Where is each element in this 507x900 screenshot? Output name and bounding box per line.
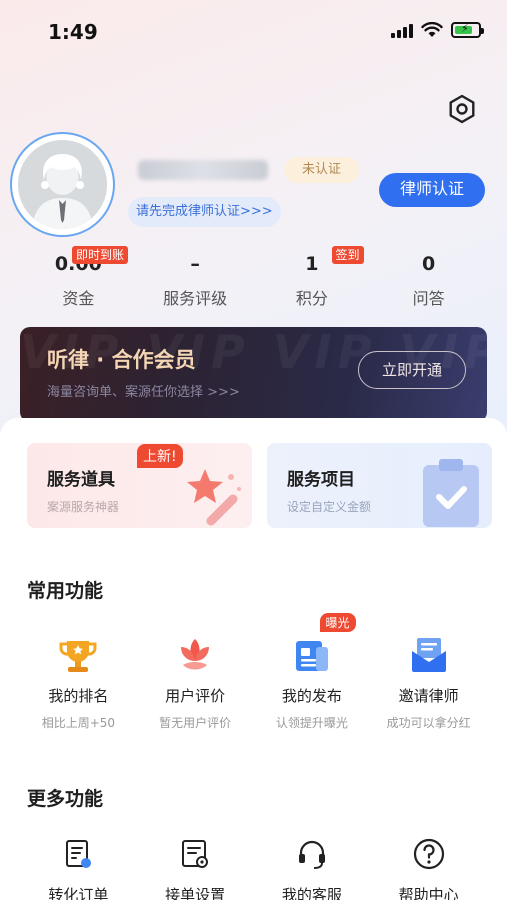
cellular-signal-icon [391, 22, 413, 38]
promo-subtitle: 设定自定义金额 [287, 500, 372, 514]
function-sub: 暂无用户评价 [159, 716, 232, 730]
avatar-image [18, 140, 107, 229]
function-label: 接单设置 [165, 886, 226, 900]
order-settings-item[interactable]: 接单设置 [137, 832, 254, 900]
promo-title: 服务道具 [47, 470, 115, 490]
function-sub: 认领提升曝光 [275, 716, 348, 730]
customer-service-item[interactable]: 我的客服 [254, 832, 371, 900]
lotus-icon [181, 639, 210, 670]
function-label: 用户评价 [165, 687, 226, 705]
common-functions-grid: 我的排名 相比上周+50 用户评价 暂无用户评价 曝光 我的发布 认领提升曝光 … [20, 613, 487, 731]
avatar[interactable] [10, 132, 115, 237]
verify-hint-link[interactable]: 请先完成律师认证>>> [128, 197, 281, 227]
my-ranking-item[interactable]: 我的排名 相比上周+50 [20, 633, 137, 731]
vip-title: 听律 · 合作会员 [47, 348, 196, 372]
vip-open-button[interactable]: 立即开通 [358, 351, 466, 389]
exposure-tag: 曝光 [319, 613, 356, 632]
status-time: 1:49 [48, 20, 98, 44]
battery-icon: ⚡ [451, 22, 484, 38]
help-icon [413, 838, 444, 870]
invite-lawyer-item[interactable]: 邀请律师 成功可以拿分红 [370, 633, 487, 731]
help-center-item[interactable]: 帮助中心 [370, 832, 487, 900]
headset-icon [298, 840, 325, 869]
stat-label: 积分 [295, 289, 328, 308]
check-in-tag[interactable]: 签到 [331, 246, 364, 264]
function-label: 我的客服 [281, 886, 342, 900]
function-card: 服务道具 案源服务神器 上新! 服务项目 设定自定义金额 常用功能 我的排名 相… [0, 418, 507, 900]
username-blurred [138, 160, 268, 180]
stat-points[interactable]: 1 积分 签到 [254, 246, 371, 318]
stat-label: 问答 [412, 289, 445, 308]
magic-wand-icon [187, 469, 241, 526]
new-tag: 上新! [137, 444, 183, 468]
stat-qa[interactable]: 0 问答 [370, 248, 487, 318]
envelope-icon [411, 638, 446, 672]
function-label: 帮助中心 [398, 886, 459, 900]
publish-icon [295, 641, 328, 671]
order-settings-icon [182, 840, 209, 868]
lawyer-verify-button[interactable]: 律师认证 [379, 173, 485, 207]
stat-label: 服务评级 [163, 289, 228, 308]
more-functions-title: 更多功能 [27, 788, 104, 810]
common-functions-title: 常用功能 [27, 580, 104, 602]
stat-service-rating[interactable]: – 服务评级 [137, 248, 254, 318]
clipboard-check-icon [423, 459, 479, 527]
trophy-icon [59, 641, 97, 672]
promo-title: 服务项目 [287, 470, 355, 490]
user-reviews-item[interactable]: 用户评价 暂无用户评价 [137, 633, 254, 731]
vip-membership-banner[interactable]: VIP VIP VIP VIP VIP VIP 听律 · 合作会员 海量咨询单、… [20, 327, 487, 422]
instant-arrival-tag: 即时到账 [72, 246, 129, 264]
convert-order-item[interactable]: 转化订单 [20, 832, 137, 900]
promo-subtitle: 案源服务神器 [47, 500, 120, 514]
service-tools-card[interactable]: 服务道具 案源服务神器 上新! [27, 443, 252, 528]
stat-label: 资金 [62, 289, 95, 308]
function-label: 我的排名 [48, 687, 109, 705]
stat-value: – [190, 253, 200, 275]
service-items-card[interactable]: 服务项目 设定自定义金额 [267, 443, 492, 528]
function-label: 我的发布 [281, 687, 342, 705]
stat-funds[interactable]: 0.00 资金 即时到账 [20, 246, 137, 318]
lawyer-avatar-icon [18, 140, 107, 229]
function-sub: 相比上周+50 [41, 716, 116, 730]
more-functions-grid: 转化订单 接单设置 我的客服 帮助中心 [20, 832, 487, 900]
gear-icon [449, 94, 475, 124]
stat-value: 0 [422, 253, 436, 275]
settings-button[interactable] [443, 90, 481, 128]
vip-subtitle: 海量咨询单、案源任你选择 >>> [47, 385, 240, 400]
wifi-icon [421, 22, 443, 37]
order-icon [66, 840, 92, 868]
verification-status-badge: 未认证 [284, 157, 360, 183]
function-label: 转化订单 [48, 886, 109, 900]
stats-row: 0.00 资金 即时到账 – 服务评级 1 积分 签到 0 问答 [20, 246, 487, 318]
function-sub: 成功可以拿分红 [386, 716, 471, 730]
my-posts-item[interactable]: 曝光 我的发布 认领提升曝光 [254, 613, 371, 731]
status-icons: ⚡ [391, 22, 484, 38]
status-bar: 1:49 ⚡ [0, 0, 507, 60]
function-label: 邀请律师 [398, 687, 459, 705]
